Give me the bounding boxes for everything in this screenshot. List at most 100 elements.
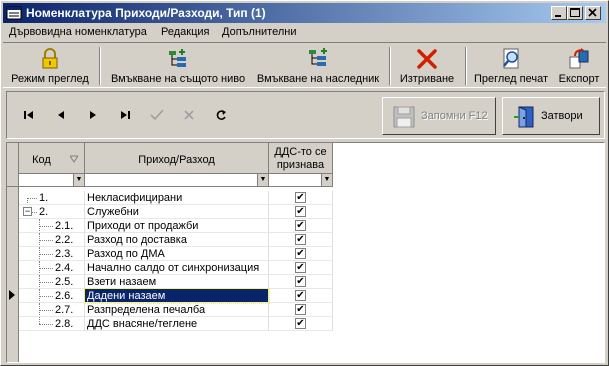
vat-cell: ✔ [269, 233, 333, 247]
vat-checkbox[interactable]: ✔ [295, 220, 306, 231]
code-cell[interactable]: 2.2. [19, 233, 85, 247]
code-text: 2.5. [55, 276, 74, 288]
vat-checkbox[interactable]: ✔ [295, 262, 306, 273]
data-grid[interactable]: Код ▼ Приход/Разход ▼ ДДС-то се признава… [6, 142, 605, 363]
code-text: 2.2. [55, 234, 74, 246]
table-row[interactable]: 2.6. Дадени назаем ✔ [19, 288, 333, 304]
menu-additional[interactable]: Допълнителни [222, 26, 296, 38]
minimize-button[interactable] [551, 6, 567, 20]
name-cell[interactable]: Начално салдо от синхронизация [85, 261, 269, 275]
name-cell[interactable]: Дадени назаем [84, 288, 270, 304]
minimize-icon [555, 15, 561, 17]
vat-checkbox[interactable]: ✔ [295, 290, 306, 301]
code-text: 2.8. [55, 318, 74, 330]
next-record-icon [90, 111, 96, 119]
code-cell[interactable]: 2.4. [19, 261, 85, 275]
code-cell[interactable]: 2.1. [19, 219, 85, 233]
title-bar[interactable]: Номенклатура Приходи/Разходи, Тип (1) [3, 3, 606, 23]
vat-header-line2: признава [276, 159, 325, 171]
code-text: 2. [39, 206, 49, 218]
insert-child-button[interactable]: Вмъкване на наследник [253, 45, 383, 87]
prior-record-button[interactable] [49, 104, 73, 126]
insert-same-level-button[interactable]: Вмъкване на същото ниво [105, 45, 251, 87]
vat-checkbox[interactable]: ✔ [295, 248, 306, 259]
column-header-code[interactable]: Код ▼ [19, 143, 85, 187]
delete-button[interactable]: Изтриване [395, 45, 459, 87]
post-edit-button[interactable] [145, 104, 169, 126]
name-cell[interactable]: Разход по ДМА [85, 247, 269, 261]
code-cell[interactable]: 2.6. [19, 289, 85, 303]
export-button[interactable]: Експорт [553, 45, 605, 87]
cancel-edit-button[interactable] [177, 104, 201, 126]
table-row[interactable]: 2.4. Начално салдо от синхронизация ✔ [19, 261, 333, 275]
column-header-vat[interactable]: ДДС-то се признава ▼ [269, 143, 333, 187]
code-cell[interactable]: 2.3. [19, 247, 85, 261]
code-cell[interactable]: 1. [19, 191, 85, 205]
vat-filter[interactable]: ▼ [269, 173, 332, 186]
name-cell[interactable]: Разпределена печалба [85, 303, 269, 317]
toolbar: Режим преглед Вмъкване на същото ниво Вм… [3, 42, 606, 88]
save-f12-button[interactable]: Запомни F12 [382, 97, 496, 135]
name-cell[interactable]: Взети назаем [85, 275, 269, 289]
name-cell[interactable]: Приходи от продажби [85, 219, 269, 233]
close-button[interactable]: Затвори [502, 97, 600, 135]
vat-cell: ✔ [269, 289, 333, 303]
name-cell[interactable]: Некласифицирани [85, 191, 269, 205]
code-cell[interactable]: 2.7. [19, 303, 85, 317]
next-record-button[interactable] [81, 104, 105, 126]
last-record-icon [121, 111, 130, 119]
menu-tree-nomenclature[interactable]: Дървовидна номенклатура [9, 26, 147, 38]
code-filter[interactable]: ▼ [19, 173, 84, 186]
dropdown-arrow-icon[interactable]: ▼ [257, 174, 268, 186]
table-row[interactable]: 2.5. Взети назаем ✔ [19, 275, 333, 289]
dropdown-arrow-icon[interactable]: ▼ [73, 174, 84, 186]
export-label: Експорт [558, 73, 600, 85]
name-filter[interactable]: ▼ [85, 173, 268, 186]
close-window-button[interactable] [585, 6, 601, 20]
name-cell[interactable]: Служебни [85, 205, 269, 219]
dropdown-arrow-icon[interactable]: ▼ [321, 174, 332, 186]
first-record-button[interactable] [17, 104, 41, 126]
name-cell[interactable]: Разход по доставка [85, 233, 269, 247]
toolbar-separator [389, 47, 391, 85]
name-header-label: Приход/Разход [138, 154, 215, 166]
view-mode-button[interactable]: Режим преглед [5, 45, 95, 87]
vat-checkbox[interactable]: ✔ [295, 304, 306, 315]
lock-icon [42, 48, 58, 69]
vat-checkbox[interactable]: ✔ [295, 318, 306, 329]
vat-cell: ✔ [269, 219, 333, 233]
print-preview-button[interactable]: Преглед печат [471, 45, 551, 87]
table-row[interactable]: −2. Служебни ✔ [19, 205, 333, 219]
table-row[interactable]: 1. Некласифицирани ✔ [19, 191, 333, 205]
app-window-icon [6, 6, 22, 20]
maximize-button[interactable] [567, 6, 583, 20]
vat-checkbox[interactable]: ✔ [295, 276, 306, 287]
main-window: Номенклатура Приходи/Разходи, Тип (1) Дъ… [0, 0, 609, 366]
table-row[interactable]: 2.7. Разпределена печалба ✔ [19, 303, 333, 317]
table-row[interactable]: 2.1. Приходи от продажби ✔ [19, 219, 333, 233]
window-title: Номенклатура Приходи/Разходи, Тип (1) [26, 6, 266, 20]
name-cell[interactable]: ДДС внасяне/теглене [85, 317, 269, 331]
code-cell[interactable]: 2.8. [19, 317, 85, 331]
vat-checkbox[interactable]: ✔ [295, 234, 306, 245]
row-indicator-column [7, 187, 19, 362]
last-record-button[interactable] [113, 104, 137, 126]
vat-checkbox[interactable]: ✔ [295, 192, 306, 203]
delete-x-icon [417, 49, 437, 69]
refresh-button[interactable] [209, 104, 233, 126]
table-row[interactable]: 2.2. Разход по доставка ✔ [19, 233, 333, 247]
vat-header-line1: ДДС-то се [274, 146, 327, 158]
toolbar-separator [465, 47, 467, 85]
prior-record-icon [58, 111, 64, 119]
table-row[interactable]: 2.8. ДДС внасяне/теглене ✔ [19, 317, 333, 331]
checkmark-icon [150, 109, 164, 121]
column-header-name[interactable]: Приход/Разход ▼ [85, 143, 269, 187]
vat-checkbox[interactable]: ✔ [295, 206, 306, 217]
view-mode-label: Режим преглед [11, 73, 89, 85]
menu-edit[interactable]: Редакция [161, 26, 209, 38]
collapse-minus-icon[interactable]: − [23, 207, 32, 216]
code-cell[interactable]: −2. [19, 205, 85, 219]
table-row[interactable]: 2.3. Разход по ДМА ✔ [19, 247, 333, 261]
current-row-pointer-icon [9, 290, 15, 300]
code-cell[interactable]: 2.5. [19, 275, 85, 289]
